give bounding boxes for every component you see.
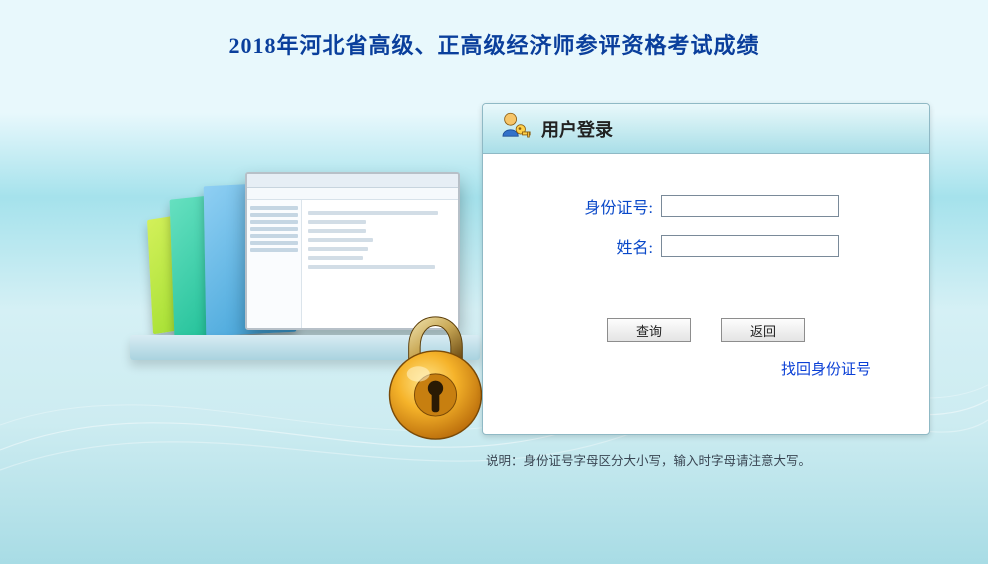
id-input[interactable] <box>661 195 839 217</box>
note-text: 说明：身份证号字母区分大小写，输入时字母请注意大写。 <box>486 450 811 469</box>
recover-id-link[interactable]: 找回身份证号 <box>781 362 871 378</box>
login-panel: 用户登录 身份证号: 姓名: 查询 返回 找回身份证号 <box>482 103 930 435</box>
name-input[interactable] <box>661 235 839 257</box>
back-button[interactable]: 返回 <box>721 318 805 342</box>
login-form: 身份证号: 姓名: 查询 返回 找回身份证号 <box>483 154 929 389</box>
panel-header: 用户登录 <box>483 104 929 154</box>
page-title: 2018年河北省高级、正高级经济师参评资格考试成绩 <box>0 0 988 60</box>
panel-title: 用户登录 <box>541 116 613 142</box>
padlock-icon <box>378 280 493 445</box>
query-button[interactable]: 查询 <box>607 318 691 342</box>
id-label: 身份证号: <box>521 194 661 218</box>
name-label: 姓名: <box>521 234 661 258</box>
decorative-illustration <box>150 160 470 420</box>
user-key-icon <box>497 109 531 148</box>
